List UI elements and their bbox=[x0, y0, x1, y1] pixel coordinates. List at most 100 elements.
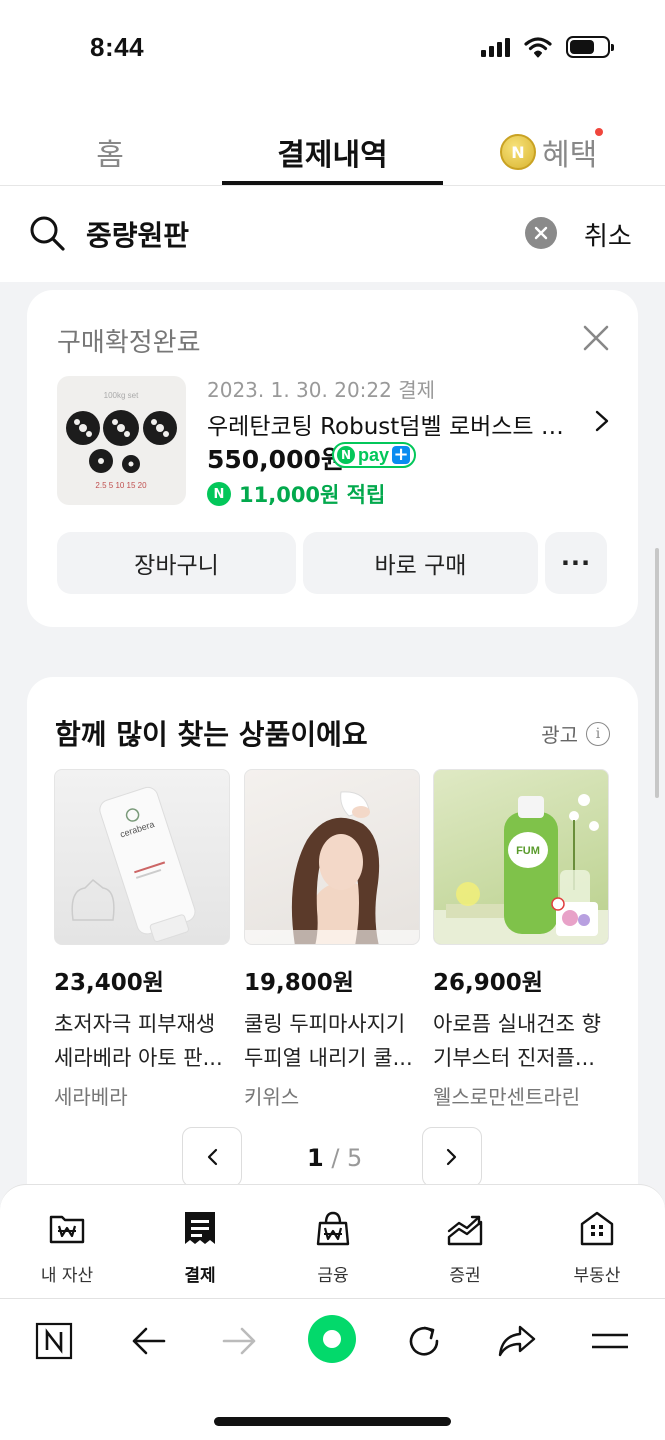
naver-home-button[interactable] bbox=[34, 1321, 74, 1361]
reco-item-image bbox=[244, 769, 420, 945]
weight-plates-image: 100kg set 2.5 5 10 15 20 bbox=[66, 391, 177, 490]
reco-item-seller: 세라베라 bbox=[54, 1085, 128, 1109]
green-dot-button[interactable] bbox=[307, 1314, 357, 1364]
nav-item-finance[interactable]: 금융 bbox=[278, 1209, 388, 1286]
back-button[interactable] bbox=[128, 1321, 168, 1361]
home-indicator[interactable] bbox=[214, 1417, 451, 1426]
forward-button[interactable] bbox=[220, 1321, 260, 1361]
reco-item-name: 초저자극 피부재생 세라베라 아토 판... bbox=[54, 1012, 223, 1070]
pager-prev-button[interactable] bbox=[182, 1127, 242, 1187]
pager-current: 1 bbox=[307, 1144, 324, 1172]
pager-indicator: 1 / 5 bbox=[307, 1144, 362, 1172]
tab-payment-history[interactable]: 결제내역 bbox=[222, 130, 443, 174]
plus-icon: + bbox=[392, 444, 411, 465]
refresh-icon bbox=[409, 1326, 439, 1356]
order-price: 550,000원 bbox=[207, 445, 344, 474]
reco-item-price: 23,400원 bbox=[54, 970, 164, 996]
search-icon bbox=[30, 216, 65, 251]
wifi-icon bbox=[524, 37, 552, 58]
status-time: 8:44 bbox=[90, 32, 145, 62]
npay-text: pay bbox=[358, 444, 390, 465]
nav-label: 금융 bbox=[317, 1266, 349, 1286]
share-button[interactable] bbox=[497, 1321, 537, 1361]
naver-point-icon: N bbox=[207, 482, 231, 506]
reco-item[interactable]: cerabera 23,400원 초저자극 피부재생 세라베라 아토 판... … bbox=[54, 769, 230, 1110]
npay-plus-badge: N pay + bbox=[332, 442, 417, 468]
coin-icon: N bbox=[500, 134, 536, 170]
order-card: 구매확정완료 100kg set 2.5 5 10 15 20 2023. 1.… bbox=[27, 290, 638, 627]
battery-icon bbox=[566, 36, 614, 58]
tab-benefit-label-wrap: 혜택 bbox=[542, 128, 604, 174]
arrow-right-icon bbox=[222, 1327, 256, 1355]
nav-item-real-estate[interactable]: 부동산 bbox=[542, 1209, 652, 1286]
reco-item-seller: 웰스로만센트라린 bbox=[433, 1085, 581, 1109]
naver-n-icon: N bbox=[337, 446, 355, 464]
arrow-left-icon bbox=[132, 1327, 166, 1355]
building-icon bbox=[580, 1211, 614, 1246]
reco-item-image: FUM bbox=[433, 769, 609, 945]
tab-benefit-label: 혜택 bbox=[542, 138, 598, 173]
clear-search-button[interactable] bbox=[525, 217, 557, 249]
reco-item-name: 아로픔 실내건조 향기부스터 진저플... bbox=[433, 1012, 601, 1070]
chevron-right-icon[interactable] bbox=[594, 410, 610, 432]
reco-item-name: 쿨링 두피마사지기 두피열 내리기 쿨... bbox=[244, 1012, 413, 1070]
cart-button[interactable]: 장바구니 bbox=[57, 532, 296, 594]
cancel-button[interactable]: 취소 bbox=[584, 216, 632, 253]
signal-icon bbox=[481, 37, 510, 57]
bottom-nav: 내 자산 결제 금융 증권 부동산 bbox=[0, 1184, 665, 1298]
product-thumbnail[interactable]: 100kg set 2.5 5 10 15 20 bbox=[57, 376, 186, 505]
pager-total: / 5 bbox=[331, 1144, 363, 1172]
nav-item-payment[interactable]: 결제 bbox=[145, 1209, 255, 1286]
wallet-icon bbox=[49, 1215, 85, 1244]
recommendation-title: 함께 많이 찾는 상품이에요 bbox=[55, 718, 368, 751]
nav-label: 증권 bbox=[449, 1266, 481, 1286]
nav-label: 부동산 bbox=[573, 1266, 621, 1286]
green-dot-icon bbox=[308, 1315, 356, 1363]
ad-label[interactable]: 광고 i bbox=[541, 719, 610, 748]
top-tabs: 홈 결제내역 N 혜택 bbox=[0, 100, 665, 186]
recommendation-card: 함께 많이 찾는 상품이에요 광고 i cerabera 23,400원 초저자… bbox=[27, 677, 638, 1237]
ad-text: 광고 bbox=[541, 723, 578, 747]
more-options-button[interactable]: ··· bbox=[545, 532, 607, 594]
stock-chart-icon bbox=[447, 1215, 483, 1246]
nav-item-my-assets[interactable]: 내 자산 bbox=[12, 1209, 122, 1286]
reco-item[interactable]: 19,800원 쿨링 두피마사지기 두피열 내리기 쿨... 키위스 bbox=[244, 769, 420, 1110]
status-bar: 8:44 bbox=[0, 0, 665, 100]
receipt-icon bbox=[185, 1212, 215, 1244]
reco-item-price: 26,900원 bbox=[433, 970, 543, 996]
reco-item-seller: 키위스 bbox=[244, 1085, 300, 1109]
search-input[interactable]: 중량원판 bbox=[86, 214, 189, 254]
clear-icon bbox=[534, 226, 548, 240]
thumb-weights: 2.5 5 10 15 20 bbox=[95, 481, 147, 490]
status-icons bbox=[481, 36, 614, 58]
tab-home[interactable]: 홈 bbox=[70, 130, 150, 174]
reward-text: 11,000원 적립 bbox=[239, 483, 386, 507]
reco-item-image: cerabera bbox=[54, 769, 230, 945]
reward-points: N 11,000원 적립 bbox=[207, 479, 385, 509]
nav-item-stocks[interactable]: 증권 bbox=[410, 1209, 520, 1286]
tab-active-indicator bbox=[222, 181, 443, 185]
pager-next-button[interactable] bbox=[422, 1127, 482, 1187]
search-bar: 중량원판 취소 bbox=[0, 186, 665, 282]
order-date: 2023. 1. 30. 20:22 결제 bbox=[207, 378, 436, 402]
chevron-right-icon bbox=[446, 1148, 457, 1166]
nav-label: 내 자산 bbox=[40, 1266, 94, 1286]
refresh-button[interactable] bbox=[404, 1321, 444, 1361]
money-bag-icon bbox=[316, 1211, 350, 1246]
menu-button[interactable] bbox=[590, 1321, 630, 1361]
scrollbar[interactable] bbox=[655, 548, 659, 798]
share-icon bbox=[498, 1325, 536, 1357]
notification-dot bbox=[595, 128, 604, 136]
hamburger-menu-icon bbox=[592, 1333, 628, 1349]
nav-label: 결제 bbox=[184, 1266, 216, 1286]
chevron-left-icon bbox=[207, 1148, 218, 1166]
close-icon[interactable] bbox=[582, 324, 610, 352]
fum-label: FUM bbox=[516, 845, 540, 857]
naver-n-icon bbox=[35, 1322, 73, 1360]
order-product-name[interactable]: 우레탄코팅 Robust덤벨 로버스트 원... bbox=[207, 407, 582, 441]
reco-item[interactable]: FUM 26,900원 아로픔 실내건조 향기부스터 진저플... 웰스로만센트… bbox=[433, 769, 609, 1110]
thumb-caption: 100kg set bbox=[104, 391, 139, 400]
buy-now-button[interactable]: 바로 구매 bbox=[303, 532, 538, 594]
order-status: 구매확정완료 bbox=[57, 328, 201, 358]
tab-benefit[interactable]: N 혜택 bbox=[500, 128, 620, 174]
